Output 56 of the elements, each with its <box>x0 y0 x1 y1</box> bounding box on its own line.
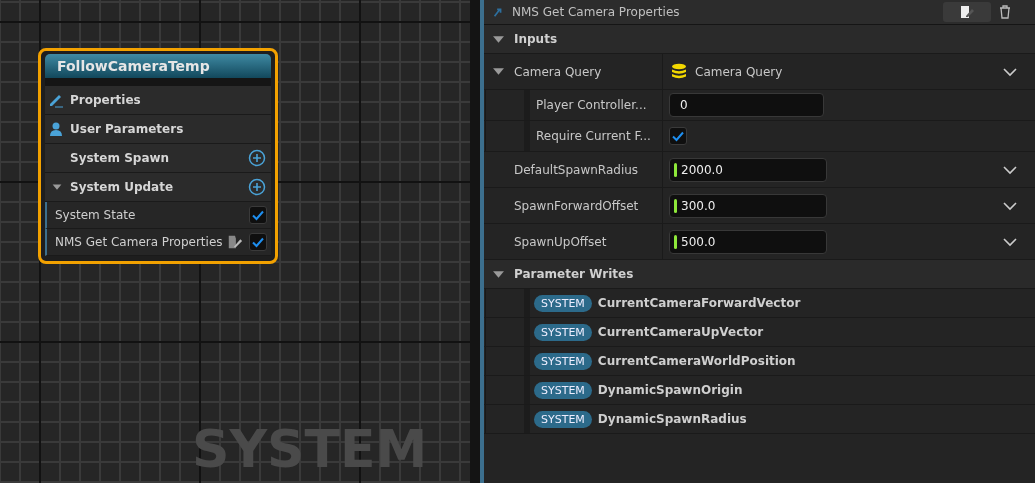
property-label: Player Controller... <box>536 98 647 112</box>
property-label: SpawnUpOffset <box>514 234 607 249</box>
expand-arrow-icon[interactable] <box>492 65 505 78</box>
parameter-name: DynamicSpawnOrigin <box>597 383 743 397</box>
module-row[interactable]: System State <box>45 202 271 229</box>
checkbox[interactable] <box>669 127 687 145</box>
property-label: Camera Query <box>514 64 602 79</box>
trash-icon[interactable] <box>999 5 1011 19</box>
add-icon[interactable] <box>248 178 266 196</box>
group-label: Inputs <box>514 32 558 46</box>
edit-note-button[interactable] <box>943 2 991 22</box>
parameter-name: CurrentCameraUpVector <box>597 325 764 339</box>
checkbox[interactable] <box>249 206 267 224</box>
section-row[interactable]: User Parameters <box>45 115 271 144</box>
group-label: Parameter Writes <box>514 267 634 281</box>
chevron-down-icon[interactable] <box>1003 164 1017 175</box>
property-label: SpawnForwardOffset <box>514 198 639 213</box>
number-field[interactable]: 0 <box>669 93 824 117</box>
section-label[interactable]: User Parameters <box>70 122 266 136</box>
namespace-tag: SYSTEM <box>534 352 592 370</box>
section-label[interactable]: Properties <box>70 93 266 107</box>
namespace-tag: SYSTEM <box>534 381 592 399</box>
number-field[interactable]: 500.0 <box>669 229 827 254</box>
chevron-down-icon[interactable] <box>1003 66 1017 77</box>
section-label[interactable]: System Spawn <box>70 151 248 165</box>
struct-value: Camera Query <box>695 64 784 79</box>
section-label[interactable]: System Update <box>70 180 248 194</box>
person-icon <box>48 121 64 137</box>
details-title: NMS Get Camera Properties <box>512 5 681 19</box>
section-row[interactable]: Properties <box>45 86 271 115</box>
module-label[interactable]: System State <box>55 208 249 222</box>
parameter-name: DynamicSpawnRadius <box>597 412 747 426</box>
emitter-node[interactable]: FollowCameraTemp Properties User Parameters System Spawn System Update System State NMS Get Camera Properties <box>38 48 278 264</box>
checkbox[interactable] <box>249 233 267 251</box>
section-row[interactable]: System Spawn <box>45 144 271 173</box>
namespace-tag: SYSTEM <box>534 323 592 341</box>
namespace-tag: SYSTEM <box>534 410 592 428</box>
note-edit-icon <box>959 4 975 20</box>
pencil-icon <box>48 92 64 108</box>
database-icon <box>671 62 687 81</box>
parameter-name: CurrentCameraForwardVector <box>597 296 801 310</box>
chevron-down-icon[interactable] <box>1003 236 1017 247</box>
number-field[interactable]: 2000.0 <box>669 157 827 182</box>
property-label: DefaultSpawnRadius <box>514 162 639 177</box>
chevron-down-icon[interactable] <box>1003 200 1017 211</box>
node-title: FollowCameraTemp <box>45 54 271 86</box>
section-row[interactable]: System Update <box>45 173 271 202</box>
module-row[interactable]: NMS Get Camera Properties <box>45 229 271 256</box>
property-label: Require Current F... <box>536 129 651 143</box>
namespace-tag: SYSTEM <box>534 294 592 312</box>
module-label[interactable]: NMS Get Camera Properties <box>55 235 227 249</box>
module-icon <box>492 6 504 18</box>
number-field[interactable]: 300.0 <box>669 193 827 218</box>
graph-background-label: SYSTEM <box>192 420 428 478</box>
add-icon[interactable] <box>248 149 266 167</box>
parameter-name: CurrentCameraWorldPosition <box>597 354 796 368</box>
